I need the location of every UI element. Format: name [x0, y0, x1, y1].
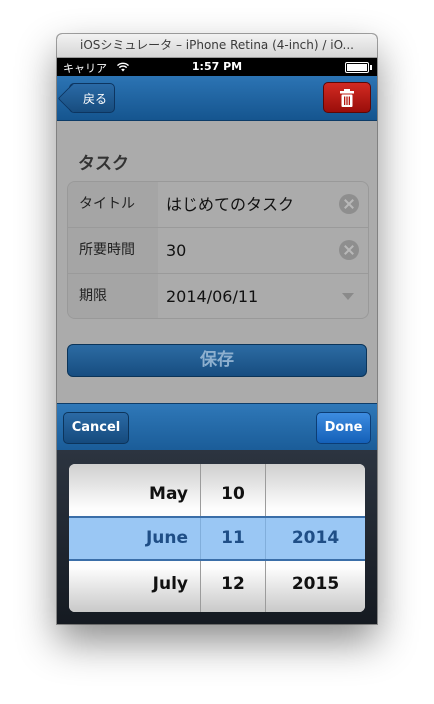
battery-icon: [345, 62, 372, 73]
back-button-label: 戻る: [82, 92, 107, 106]
trash-icon: [340, 89, 354, 107]
picker-year-item[interactable]: 2015: [266, 562, 365, 607]
picker-year-item[interactable]: [266, 472, 365, 517]
picker-day-selected[interactable]: 11: [201, 516, 265, 561]
back-button[interactable]: 戻る: [69, 83, 115, 113]
navigation-bar: 戻る: [57, 76, 377, 121]
task-form: タスク タイトル はじめてのタスク 所要時間 30 期限 2014/06/11: [57, 121, 377, 403]
delete-button[interactable]: [323, 82, 371, 113]
date-picker[interactable]: May June July 10 11 12 2014 2015: [69, 464, 365, 612]
date-picker-panel: May June July 10 11 12 2014 2015: [57, 450, 377, 624]
day-wheel-items: 10 11 12: [201, 464, 265, 612]
chevron-down-icon[interactable]: [342, 293, 354, 300]
section-title: タスク: [78, 154, 129, 174]
month-wheel-items: May June July: [69, 464, 200, 612]
due-date-field[interactable]: 2014/06/11: [158, 274, 368, 318]
status-bar: キャリア 1:57 PM: [57, 58, 377, 76]
save-button[interactable]: 保存: [67, 344, 367, 377]
due-date-row[interactable]: 期限 2014/06/11: [68, 274, 368, 318]
title-field[interactable]: はじめてのタスク: [158, 182, 368, 227]
title-label: タイトル: [68, 182, 158, 227]
picker-month-item[interactable]: July: [69, 562, 200, 607]
due-date-label: 期限: [68, 274, 158, 318]
picker-month-item[interactable]: May: [69, 472, 200, 517]
duration-row[interactable]: 所要時間 30: [68, 228, 368, 274]
duration-label: 所要時間: [68, 228, 158, 273]
done-button[interactable]: Done: [316, 412, 371, 444]
year-wheel-items: 2014 2015: [266, 464, 365, 612]
cancel-button[interactable]: Cancel: [63, 412, 129, 444]
clear-icon[interactable]: [339, 194, 359, 214]
title-row[interactable]: タイトル はじめてのタスク: [68, 182, 368, 228]
task-table: タイトル はじめてのタスク 所要時間 30 期限 2014/06/11: [67, 181, 369, 319]
duration-field[interactable]: 30: [158, 228, 368, 273]
simulator-window: iOSシミュレータ – iPhone Retina (4-inch) / iO.…: [57, 34, 377, 624]
clear-icon[interactable]: [339, 240, 359, 260]
picker-year-selected[interactable]: 2014: [266, 516, 365, 561]
picker-day-item[interactable]: 12: [201, 562, 265, 607]
window-title: iOSシミュレータ – iPhone Retina (4-inch) / iO.…: [57, 34, 377, 58]
status-time: 1:57 PM: [191, 60, 243, 73]
phone-screen: キャリア 1:57 PM 戻る タスク タイトル はじめてのタスク 所要時間 3…: [57, 58, 377, 624]
picker-month-selected[interactable]: June: [69, 516, 200, 561]
picker-day-item[interactable]: 10: [201, 472, 265, 517]
picker-toolbar: Cancel Done: [57, 403, 377, 451]
